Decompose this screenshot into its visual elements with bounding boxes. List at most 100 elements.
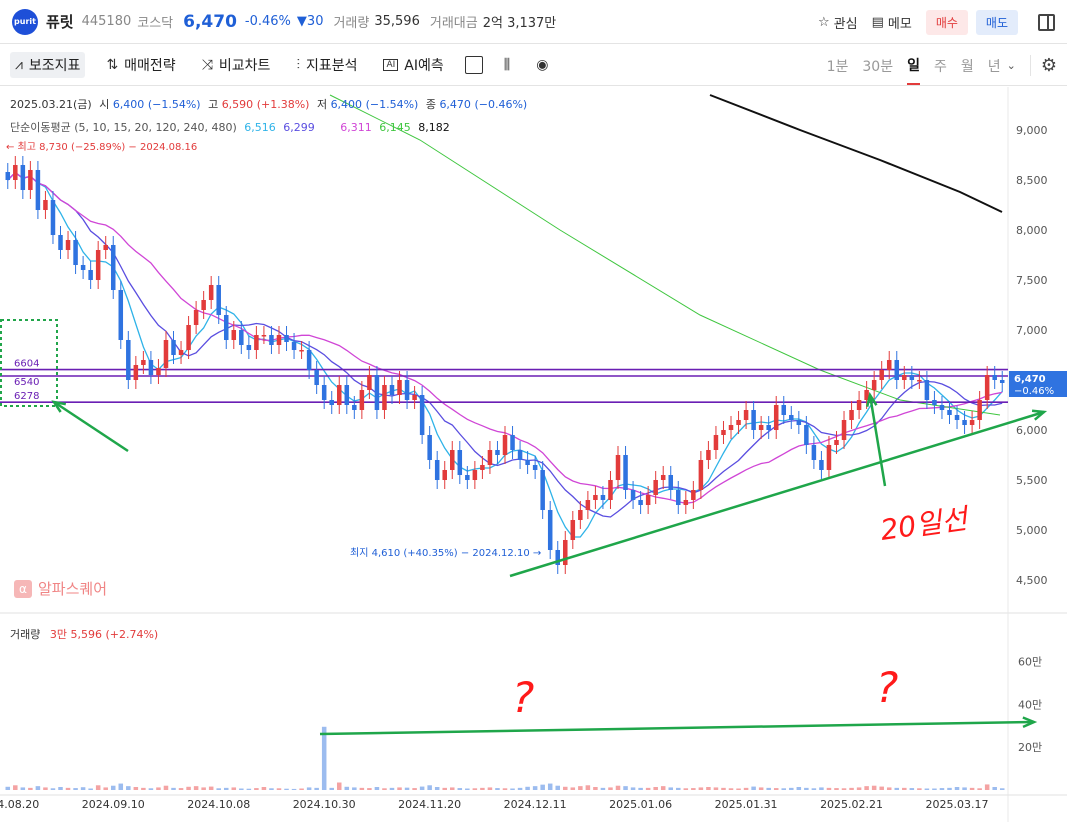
period-month[interactable]: 월 [961, 48, 974, 84]
company-logo: purit [12, 8, 38, 35]
watch-button[interactable]: ☆ 관심 [818, 13, 858, 32]
volume-bar [110, 785, 116, 790]
volume-bar [954, 787, 960, 790]
volume-bar [193, 786, 199, 790]
volume-bar [367, 788, 372, 790]
candle-body [706, 450, 711, 460]
volume-bar [133, 787, 139, 790]
header-actions: ☆ 관심 ▤ 메모 매수 매도 [818, 0, 1067, 44]
compare-button[interactable]: ⤨ 비교차트 [197, 52, 276, 78]
indicators-button[interactable]: ⩘ 보조지표 [10, 52, 86, 78]
watermark-text: 알파스퀘어 [38, 580, 108, 598]
ai-chip-icon: AI [383, 59, 399, 71]
candle-body [427, 435, 432, 460]
candle-body [344, 385, 350, 405]
ma20-arrow [868, 394, 887, 487]
side-panel-icon[interactable] [1038, 13, 1055, 31]
volume-bar [917, 788, 922, 790]
period-week[interactable]: 주 [934, 48, 947, 84]
price-axis-tick: 7,500 [1016, 274, 1048, 287]
volume-bar [419, 786, 425, 790]
strategy-button[interactable]: ⇅ 매매전략 [101, 52, 180, 78]
ma-label: 단순이동평균 [10, 121, 71, 134]
volume-bar [811, 788, 817, 790]
candle-body [88, 270, 93, 280]
volume-bar [291, 788, 297, 790]
volume-bar [758, 787, 764, 790]
volume-bar [743, 787, 749, 790]
ma-info: 단순이동평균 (5, 10, 15, 20, 120, 240, 480) 6,… [10, 119, 450, 135]
candle-body [472, 470, 478, 480]
star-icon: ☆ [818, 14, 830, 30]
amount-value: 2억 3,137만 [482, 16, 557, 31]
ai-label: AI예측 [404, 58, 444, 74]
volume-bar [329, 787, 334, 790]
price-axis-tick: 6,000 [1016, 424, 1048, 437]
ai-button[interactable]: AI AI예측 [378, 52, 448, 78]
buy-button[interactable]: 매수 [925, 9, 968, 35]
volume-bar [826, 787, 832, 790]
volume-bar [871, 785, 877, 790]
candle-body [231, 330, 237, 340]
stock-name: 퓨릿 [46, 13, 74, 31]
low-pct: (−1.54%) [365, 98, 419, 111]
candle-body [216, 285, 221, 315]
volume-bar [999, 788, 1005, 790]
volume-bar [947, 787, 952, 790]
candle-body [276, 335, 282, 345]
volume-bar [909, 788, 915, 790]
period-30m[interactable]: 30분 [862, 48, 893, 84]
volume-bar [118, 783, 124, 790]
date-axis-tick: 2025.03.17 [926, 798, 989, 811]
candle-body [623, 455, 628, 490]
candle-body [201, 300, 206, 310]
candle-body [65, 240, 71, 250]
candle-body [653, 480, 658, 495]
candle-body [5, 172, 11, 180]
sell-button[interactable]: 매도 [975, 9, 1018, 35]
volume-bar [427, 785, 432, 790]
candle-body [894, 360, 900, 380]
gear-icon[interactable]: ⚙ [1029, 55, 1057, 76]
candle-body [563, 540, 568, 565]
candle-body [336, 385, 342, 405]
volume-bar [653, 787, 658, 790]
volume-arrow [319, 720, 1035, 736]
date-axis-tick: 2025.01.06 [609, 798, 672, 811]
period-1m[interactable]: 1분 [827, 48, 849, 84]
volume-bar [532, 786, 538, 790]
candle-body [80, 265, 86, 270]
volume-bar [171, 787, 176, 790]
volume-bar [502, 788, 508, 790]
alpha-logo-icon: α [14, 579, 32, 598]
period-year[interactable]: 년 [988, 48, 1001, 84]
volume-bar [284, 788, 289, 790]
volume-bar [13, 785, 18, 790]
screenshot-button[interactable]: ◉ [531, 54, 553, 76]
square-icon[interactable] [464, 56, 483, 74]
candle-body [58, 235, 63, 250]
candle-body [329, 400, 334, 405]
analysis-button[interactable]: ⫶ 지표분석 [291, 52, 362, 78]
candle-body [660, 475, 666, 480]
price-chart[interactable]: 4,5005,0005,5006,0006,5007,0007,5008,000… [0, 87, 1067, 822]
period-day[interactable]: 일 [907, 47, 920, 85]
memo-button[interactable]: ▤ 메모 [872, 13, 912, 32]
volume-bar [412, 788, 417, 790]
chevron-down-icon[interactable]: ⌄ [1007, 59, 1016, 72]
open-pct: (−1.54%) [147, 98, 201, 111]
candle-body [389, 385, 395, 395]
candle-body [352, 405, 357, 410]
volume-bar [231, 787, 237, 790]
volume-bar [163, 785, 169, 790]
volume-bar [389, 787, 395, 790]
candle-body [849, 410, 854, 420]
volume-bar [992, 787, 997, 790]
volume-bar [849, 787, 854, 790]
chart-type-button[interactable]: ⫼ [499, 54, 515, 76]
candle-body [547, 510, 553, 550]
memo-icon: ▤ [871, 14, 884, 30]
volume-bar [766, 787, 771, 790]
volume-bar [736, 788, 741, 790]
stock-code: 445180 [81, 14, 132, 29]
